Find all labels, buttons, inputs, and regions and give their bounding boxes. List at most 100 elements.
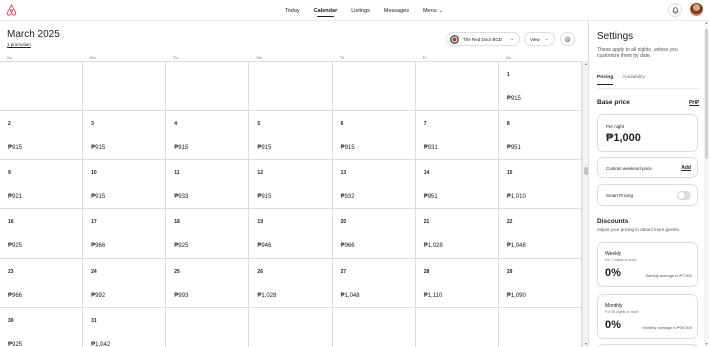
calendar-empty-cell — [83, 62, 167, 112]
day-number: 30 — [8, 317, 14, 324]
monthly-average: Monthly average is ₱30,000 — [642, 325, 692, 330]
day-number: 9 — [8, 170, 11, 177]
settings-panel: Settings These apply to all nights, unle… — [588, 21, 709, 347]
calendar-day-cell[interactable]: 25 ₱993 — [166, 258, 250, 308]
day-price: ₱1,010 — [506, 194, 526, 201]
calendar-day-cell[interactable]: 21 ₱1,028 — [415, 209, 499, 259]
profile-avatar[interactable] — [690, 3, 703, 16]
nav-calendar-label: Calendar — [313, 7, 338, 14]
tab-pricing[interactable]: Pricing — [597, 75, 614, 85]
day-number: 11 — [174, 170, 180, 177]
calendar-day-cell[interactable]: 4 ₱915 — [166, 111, 250, 161]
calendar-empty-cell — [0, 62, 84, 112]
day-price: ₱915 — [257, 194, 272, 201]
calendar-settings-button[interactable] — [560, 32, 575, 46]
airbnb-logo-icon[interactable] — [6, 4, 17, 16]
calendar-day-cell[interactable]: 16 ₱925 — [0, 209, 84, 259]
calendar-day-cell[interactable]: 27 ₱1,048 — [332, 258, 416, 308]
calendar-day-cell[interactable]: 28 ₱1,110 — [415, 258, 499, 308]
day-number: 20 — [340, 219, 347, 226]
add-weekend-price-button[interactable]: Add — [681, 165, 691, 171]
calendar-day-cell[interactable]: 10 ₱915 — [83, 160, 167, 210]
day-number: 3 — [91, 121, 94, 128]
notifications-button[interactable] — [668, 3, 682, 17]
view-selector[interactable]: View ⌄ — [524, 32, 555, 46]
day-price: ₱915 — [91, 194, 106, 201]
calendar-day-cell[interactable]: 6 ₱915 — [332, 111, 416, 161]
calendar-day-cell[interactable]: 19 ₱946 — [249, 209, 333, 259]
smart-pricing-toggle[interactable] — [677, 191, 691, 200]
calendar-day-cell[interactable]: 8 ₱951 — [498, 111, 582, 161]
calendar-day-cell[interactable]: 18 ₱925 — [166, 209, 250, 259]
per-night-value: ₱1,000 — [606, 132, 641, 144]
calendar-day-cell[interactable]: 2 ₱915 — [0, 111, 84, 161]
day-number: 26 — [257, 268, 263, 275]
day-number: 15 — [506, 170, 513, 177]
nav-menu[interactable]: Menu ⌄ — [423, 0, 443, 21]
day-price: ₱993 — [174, 292, 189, 299]
day-number: 1 — [506, 72, 510, 78]
calendar-day-cell[interactable]: 9 ₱921 — [0, 160, 84, 210]
day-price: ₱933 — [174, 194, 189, 201]
divider — [597, 88, 700, 89]
calendar-day-cell[interactable]: 12 ₱915 — [249, 160, 333, 210]
calendar-day-cell[interactable]: 15 ₱1,010 — [498, 160, 582, 210]
nav-messages-label: Messages — [383, 7, 409, 14]
day-number: 29 — [506, 268, 513, 275]
listing-name: The Red Door BCD — [463, 36, 503, 42]
day-number: 6 — [340, 121, 344, 128]
day-number: 24 — [91, 268, 97, 275]
promotion-link[interactable]: 1 promotion — [7, 42, 31, 47]
calendar-empty-cell — [498, 307, 582, 347]
calendar-day-cell[interactable]: 3 ₱915 — [83, 111, 167, 161]
per-night-price-card[interactable]: Per night ₱1,000 — [597, 114, 698, 152]
nav-calendar[interactable]: Calendar — [313, 0, 338, 21]
calendar-day-cell[interactable]: 13 ₱932 — [332, 160, 416, 210]
custom-weekend-price-card: Custom weekend price Add — [597, 157, 698, 178]
calendar-month-title: March 2025 — [7, 29, 60, 40]
day-number: 7 — [423, 121, 427, 128]
day-number: 14 — [423, 170, 430, 177]
calendar-day-cell[interactable]: 24 ₱992 — [83, 258, 167, 308]
calendar-day-cell[interactable]: 22 ₱1,048 — [498, 209, 582, 259]
calendar-day-cell[interactable]: 29 ₱1,090 — [498, 258, 582, 308]
calendar-day-cell[interactable]: 7 ₱931 — [415, 111, 499, 161]
day-price: ₱951 — [506, 145, 521, 152]
monthly-discount-card[interactable]: Monthly For 28 nights or more 0% Monthly… — [597, 294, 698, 339]
calendar-day-cell[interactable]: 23 ₱966 — [0, 258, 84, 308]
day-price: ₱1,048 — [506, 243, 526, 250]
scroll-down-arrow-icon[interactable]: ▼ — [704, 342, 709, 347]
settings-description: These apply to all nights, unless you cu… — [597, 47, 678, 60]
calendar-day-cell[interactable]: 5 ₱915 — [249, 111, 333, 161]
calendar-day-cell[interactable]: 30 ₱925 — [0, 307, 84, 347]
day-number: 16 — [8, 219, 14, 226]
nav-listings[interactable]: Listings — [351, 0, 370, 21]
calendar-empty-cell — [332, 307, 416, 347]
monthly-discount-name: Monthly — [605, 303, 623, 309]
calendar-day-cell[interactable]: 20 ₱966 — [332, 209, 416, 259]
nav-today[interactable]: Today — [285, 0, 300, 21]
sliders-icon — [564, 36, 571, 42]
day-number: 23 — [8, 268, 14, 275]
calendar-day-cell[interactable]: 1 ₱915 — [498, 62, 582, 112]
calendar-day-cell[interactable]: 14 ₱951 — [415, 160, 499, 210]
day-price: ₱966 — [340, 243, 355, 250]
day-price: ₱1,028 — [423, 243, 443, 250]
nav-messages[interactable]: Messages — [384, 0, 409, 21]
day-price: ₱925 — [174, 243, 189, 250]
calendar-day-cell[interactable]: 26 ₱1,028 — [249, 258, 333, 308]
scroll-up-arrow-icon[interactable]: ▲ — [704, 21, 709, 26]
calendar-day-cell[interactable]: 31 ₱1,042 — [83, 307, 167, 347]
settings-scrollbar[interactable]: ▲ ▼ — [704, 21, 709, 347]
calendar-day-cell[interactable]: 17 ₱966 — [83, 209, 167, 259]
calendar-day-cell[interactable]: 11 ₱933 — [166, 160, 250, 210]
scrollbar-thumb[interactable] — [705, 29, 708, 159]
day-number: 17 — [91, 219, 97, 226]
day-number: 2 — [8, 121, 11, 128]
weekly-discount-card[interactable]: Weekly For 7 nights or more 0% Weekly av… — [597, 242, 698, 287]
day-price: ₱915 — [91, 145, 106, 152]
day-number: 5 — [257, 121, 261, 128]
listing-selector[interactable]: The Red Door BCD ⌄ — [446, 32, 520, 46]
tab-availability[interactable]: Availability — [622, 75, 645, 85]
currency-selector[interactable]: PHP — [689, 100, 699, 106]
